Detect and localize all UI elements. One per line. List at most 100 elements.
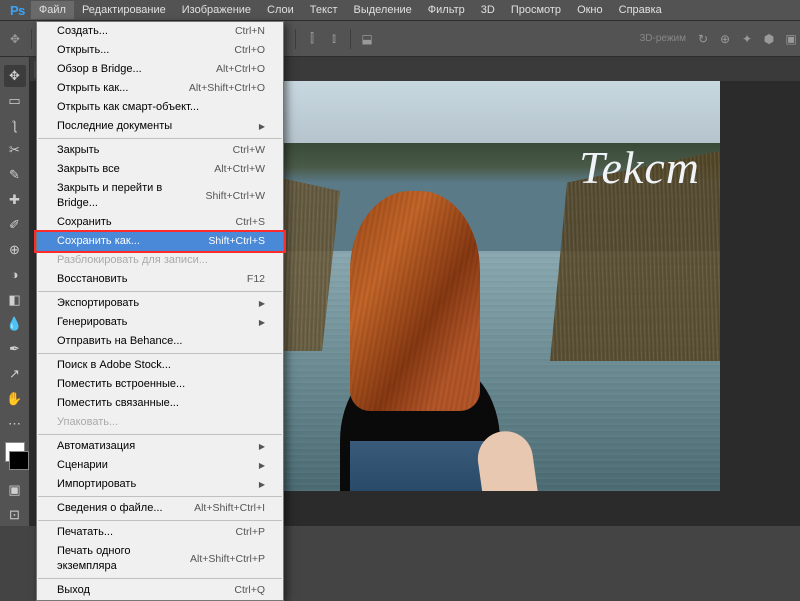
menu-item[interactable]: Поиск в Adobe Stock... — [37, 356, 283, 375]
3d-camera-icon[interactable]: ▣ — [782, 30, 800, 48]
crop-tool[interactable]: ✂ — [4, 140, 26, 162]
menu-item-label: Отправить на Behance... — [57, 334, 182, 349]
menu-item[interactable]: Открыть...Ctrl+O — [37, 41, 283, 60]
submenu-arrow-icon: ▶ — [259, 119, 265, 134]
menu-item-label: Поместить связанные... — [57, 396, 179, 411]
menu-item-shortcut: Ctrl+W — [233, 143, 265, 158]
background-color[interactable] — [9, 451, 29, 471]
submenu-arrow-icon: ▶ — [259, 315, 265, 330]
menu-item-shortcut: F12 — [247, 272, 265, 287]
menu-window[interactable]: Окно — [569, 1, 611, 19]
menu-item[interactable]: Отправить на Behance... — [37, 332, 283, 351]
menu-item-label: Поместить встроенные... — [57, 377, 185, 392]
menu-item-shortcut: Shift+Ctrl+W — [205, 189, 265, 204]
menu-item-shortcut: Alt+Shift+Ctrl+O — [189, 81, 265, 96]
3d-light-icon[interactable]: ⬢ — [760, 30, 778, 48]
menu-item[interactable]: Открыть как смарт-объект... — [37, 98, 283, 117]
menu-item[interactable]: Сценарии▶ — [37, 456, 283, 475]
menu-item[interactable]: ВыходCtrl+Q — [37, 581, 283, 600]
menu-item[interactable]: Поместить встроенные... — [37, 375, 283, 394]
auto-align-icon[interactable]: ⬓ — [358, 30, 376, 48]
menu-help[interactable]: Справка — [611, 1, 670, 19]
menu-item-label: Импортировать — [57, 477, 136, 492]
distribute-h2-icon[interactable]: ⫾ — [325, 30, 343, 48]
menu-edit[interactable]: Редактирование — [74, 1, 174, 19]
eraser-tool[interactable]: ◑ — [4, 264, 26, 286]
menu-text[interactable]: Текст — [302, 1, 346, 19]
menu-item-shortcut: Ctrl+S — [236, 215, 265, 230]
menu-item-label: Экспортировать — [57, 296, 139, 311]
menu-item-label: Закрыть — [57, 143, 99, 158]
menu-item[interactable]: Экспортировать▶ — [37, 294, 283, 313]
menu-item-label: Выход — [57, 583, 90, 598]
eyedropper-tool[interactable]: ✎ — [4, 164, 26, 186]
menu-item-shortcut: Ctrl+P — [236, 525, 265, 540]
menu-item[interactable]: Сохранить Ctrl+S — [37, 213, 283, 232]
heal-tool[interactable]: ✚ — [4, 189, 26, 211]
app-logo: Ps — [4, 3, 31, 18]
menu-item[interactable]: ВосстановитьF12 — [37, 270, 283, 289]
menu-item-label: Сценарии — [57, 458, 108, 473]
lasso-tool[interactable]: ƪ — [4, 115, 26, 137]
menu-3d[interactable]: 3D — [473, 1, 503, 19]
menu-item-shortcut: Ctrl+N — [235, 24, 265, 39]
hand-tool[interactable]: ✋ — [4, 388, 26, 410]
menu-item[interactable]: Открыть как... Alt+Shift+Ctrl+O — [37, 79, 283, 98]
menu-item[interactable]: Печать одного экземпляраAlt+Shift+Ctrl+P — [37, 542, 283, 576]
menu-item[interactable]: Закрыть Ctrl+W — [37, 141, 283, 160]
image-figure — [320, 171, 520, 491]
menu-filter[interactable]: Фильтр — [420, 1, 473, 19]
submenu-arrow-icon: ▶ — [259, 477, 265, 492]
menu-file[interactable]: Файл — [31, 1, 74, 19]
dots-tool[interactable]: ⋯ — [4, 413, 26, 435]
menu-item-shortcut: Alt+Shift+Ctrl+I — [194, 501, 265, 516]
menu-select[interactable]: Выделение — [346, 1, 420, 19]
pen-tool[interactable]: ✒ — [4, 338, 26, 360]
menu-item[interactable]: Сведения о файле... Alt+Shift+Ctrl+I — [37, 499, 283, 518]
menu-layers[interactable]: Слои — [259, 1, 302, 19]
menu-item-label: Открыть как... — [57, 81, 128, 96]
stamp-tool[interactable]: ⊕ — [4, 239, 26, 261]
menu-item-label: Закрыть все — [57, 162, 120, 177]
menu-item-label: Сведения о файле... — [57, 501, 163, 516]
marquee-tool[interactable]: ▭ — [4, 90, 26, 112]
menu-item[interactable]: Автоматизация▶ — [37, 437, 283, 456]
3d-pan-icon[interactable]: ⊕ — [716, 30, 734, 48]
quickmask-tool[interactable]: ▣ — [4, 479, 26, 501]
menu-image[interactable]: Изображение — [174, 1, 259, 19]
menu-item-shortcut: Alt+Shift+Ctrl+P — [190, 552, 265, 567]
brush-tool[interactable]: ✐ — [4, 214, 26, 236]
path-tool[interactable]: ↗ — [4, 363, 26, 385]
3d-zoom-icon[interactable]: ✦ — [738, 30, 756, 48]
three-d-mode-label: 3D-режим — [640, 33, 690, 44]
menu-item[interactable]: Сохранить как...Shift+Ctrl+S — [37, 232, 283, 251]
menu-item: Упаковать... — [37, 413, 283, 432]
screenmode-tool[interactable]: ⊡ — [4, 504, 26, 526]
move-tool-icon[interactable]: ✥ — [6, 30, 24, 48]
menu-view[interactable]: Просмотр — [503, 1, 569, 19]
menu-item[interactable]: Импортировать ▶ — [37, 475, 283, 494]
move-tool[interactable]: ✥ — [4, 65, 26, 87]
menu-item-label: Сохранить как... — [57, 234, 140, 249]
blur-tool[interactable]: 💧 — [4, 313, 26, 335]
menu-item[interactable]: Последние документы ▶ — [37, 117, 283, 136]
menu-item: Разблокировать для записи... — [37, 251, 283, 270]
menu-item-label: Последние документы — [57, 119, 172, 134]
3d-orbit-icon[interactable]: ↻ — [694, 30, 712, 48]
menu-item[interactable]: Генерировать▶ — [37, 313, 283, 332]
menu-item-label: Обзор в Bridge... — [57, 62, 142, 77]
menu-item[interactable]: Закрыть и перейти в Bridge...Shift+Ctrl+… — [37, 179, 283, 213]
menu-item[interactable]: Создать...Ctrl+N — [37, 22, 283, 41]
menu-item[interactable]: Поместить связанные... — [37, 394, 283, 413]
menu-item[interactable]: Закрыть все Alt+Ctrl+W — [37, 160, 283, 179]
menu-item-label: Автоматизация — [57, 439, 135, 454]
canvas-text-layer: Tekcm — [579, 141, 700, 194]
menubar: Ps Файл Редактирование Изображение Слои … — [0, 0, 800, 21]
distribute-w-icon[interactable]: ⫿ — [303, 30, 321, 48]
menu-item-label: Сохранить — [57, 215, 112, 230]
gradient-tool[interactable]: ◧ — [4, 289, 26, 311]
menu-item-label: Упаковать... — [57, 415, 118, 430]
menu-item-shortcut: Alt+Ctrl+W — [214, 162, 265, 177]
menu-item-label: Открыть... — [57, 43, 109, 58]
menu-item[interactable]: Обзор в Bridge...Alt+Ctrl+O — [37, 60, 283, 79]
